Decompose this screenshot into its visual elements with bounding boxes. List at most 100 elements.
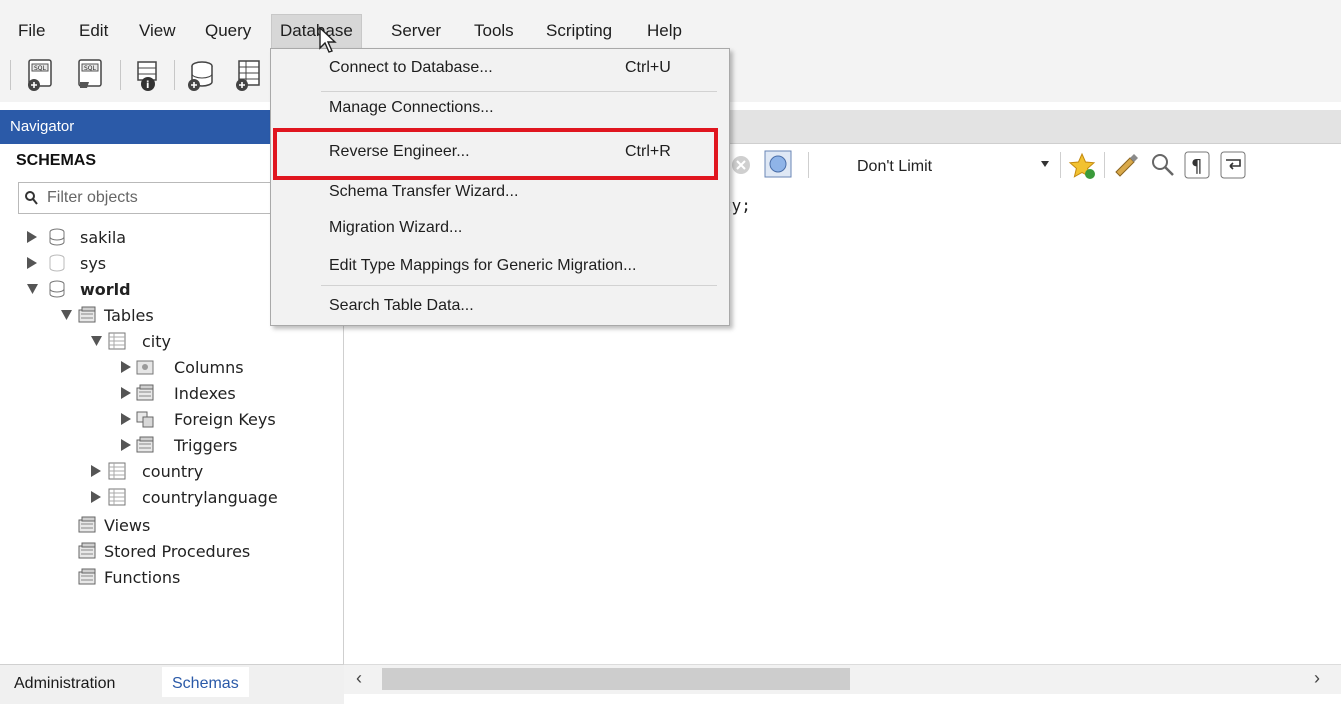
toolbar-separator — [808, 152, 809, 178]
tree-node-country[interactable]: country — [90, 460, 340, 486]
tree-node-triggers[interactable]: Triggers — [120, 434, 340, 460]
tree-node-functions[interactable]: Functions — [78, 566, 328, 592]
menu-query[interactable]: Query — [205, 21, 251, 41]
menu-item-edit-type-mappings[interactable]: Edit Type Mappings for Generic Migration… — [329, 257, 636, 275]
menu-file[interactable]: File — [18, 21, 45, 41]
svg-text:i: i — [146, 80, 149, 91]
folder-icon — [78, 568, 96, 585]
expand-triangle-icon[interactable] — [90, 490, 102, 504]
folder-icon — [78, 516, 96, 533]
expand-triangle-icon[interactable] — [120, 438, 132, 452]
collapse-triangle-icon[interactable] — [26, 282, 38, 296]
toggle-output-icon[interactable] — [764, 150, 792, 178]
expand-triangle-icon[interactable] — [26, 256, 38, 270]
menu-item-manage-connections[interactable]: Manage Connections... — [329, 99, 494, 117]
table-icon — [108, 462, 126, 480]
svg-text:SQL: SQL — [84, 65, 97, 72]
scroll-right-arrow-icon[interactable]: › — [1314, 668, 1320, 689]
collapse-triangle-icon[interactable] — [60, 308, 72, 322]
tab-schemas[interactable]: Schemas — [162, 667, 249, 697]
folder-icon — [136, 384, 154, 401]
tree-node-countrylanguage[interactable]: countrylanguage — [90, 486, 340, 512]
toolbar-separator — [10, 60, 11, 90]
tree-node-sakila[interactable]: sakila — [26, 226, 276, 252]
menu-help[interactable]: Help — [647, 21, 682, 41]
scroll-left-arrow-icon[interactable]: ‹ — [356, 668, 362, 689]
add-snippet-star-icon[interactable] — [1068, 152, 1096, 180]
find-magnifier-icon[interactable] — [1150, 152, 1176, 178]
collapse-triangle-icon[interactable] — [90, 334, 102, 348]
menu-separator — [321, 91, 717, 92]
database-menu-dropdown: Connect to Database... Ctrl+U Manage Con… — [270, 48, 730, 326]
menu-view[interactable]: View — [139, 21, 176, 41]
tab-administration[interactable]: Administration — [14, 675, 115, 693]
toolbar-separator — [120, 60, 121, 90]
scrollbar-thumb[interactable] — [382, 668, 850, 690]
tree-label: world — [80, 280, 131, 299]
menu-scripting[interactable]: Scripting — [546, 21, 612, 41]
tree-label: Indexes — [174, 384, 236, 403]
tree-label: city — [142, 332, 171, 351]
folder-icon — [78, 306, 96, 323]
folder-icon — [136, 436, 154, 453]
mouse-cursor-icon — [319, 26, 337, 53]
menu-item-connect-to-database[interactable]: Connect to Database... — [329, 59, 493, 77]
tree-node-stored-procedures[interactable]: Stored Procedures — [78, 540, 328, 566]
limit-dropdown-arrow-icon[interactable] — [1040, 160, 1050, 168]
expand-triangle-icon[interactable] — [120, 386, 132, 400]
folder-icon — [78, 542, 96, 559]
menu-edit[interactable]: Edit — [79, 21, 108, 41]
tree-label: Functions — [104, 568, 181, 587]
beautify-brush-icon[interactable] — [1112, 152, 1140, 180]
tree-label: Columns — [174, 358, 244, 377]
menu-item-schema-transfer-wizard[interactable]: Schema Transfer Wizard... — [329, 183, 518, 201]
tree-label: Triggers — [174, 436, 238, 455]
database-icon — [49, 254, 65, 272]
tree-node-foreign-keys[interactable]: Foreign Keys — [120, 408, 340, 434]
shortcut-connect: Ctrl+U — [625, 59, 671, 76]
limit-rows-select[interactable]: Don't Limit — [857, 158, 932, 176]
schema-inspector-icon[interactable]: i — [134, 58, 164, 92]
search-icon — [24, 190, 38, 211]
database-icon — [49, 228, 65, 246]
stop-icon[interactable] — [730, 154, 752, 176]
foreign-key-icon — [136, 411, 154, 428]
new-sql-tab-icon[interactable]: SQL — [26, 58, 56, 92]
invisible-chars-icon[interactable]: ¶ — [1184, 151, 1210, 179]
svg-text:SQL: SQL — [34, 65, 47, 72]
tree-label: countrylanguage — [142, 488, 278, 507]
expand-triangle-icon[interactable] — [26, 230, 38, 244]
create-table-icon[interactable] — [234, 58, 264, 92]
word-wrap-icon[interactable] — [1220, 151, 1246, 179]
menu-item-search-table-data[interactable]: Search Table Data... — [329, 297, 474, 315]
tree-label: sys — [80, 254, 107, 273]
menu-item-migration-wizard[interactable]: Migration Wizard... — [329, 219, 462, 237]
schemas-title: SCHEMAS — [16, 152, 97, 169]
tree-node-sys[interactable]: sys — [26, 252, 276, 278]
tree-label: Views — [104, 516, 151, 535]
expand-triangle-icon[interactable] — [120, 412, 132, 426]
menu-server[interactable]: Server — [391, 21, 441, 41]
table-icon — [108, 332, 126, 350]
tree-node-views[interactable]: Views — [78, 514, 328, 540]
tree-node-city[interactable]: city — [90, 330, 340, 356]
tree-label: country — [142, 462, 204, 481]
svg-text:¶: ¶ — [1191, 156, 1202, 177]
open-sql-script-icon[interactable]: SQL — [76, 58, 106, 92]
tree-label: sakila — [80, 228, 127, 247]
toolbar-separator — [174, 60, 175, 90]
menu-tools[interactable]: Tools — [474, 21, 514, 41]
tree-node-columns[interactable]: Columns — [120, 356, 340, 382]
menu-database[interactable]: Database — [271, 14, 362, 52]
database-icon — [49, 280, 65, 298]
navigator-bottom-tabs: Administration Schemas — [0, 664, 344, 704]
menu-separator — [321, 285, 717, 286]
columns-icon — [136, 360, 154, 375]
tree-node-world[interactable]: world — [26, 278, 276, 304]
create-schema-icon[interactable] — [186, 58, 216, 92]
tree-label: Tables — [104, 306, 154, 325]
expand-triangle-icon[interactable] — [90, 464, 102, 478]
expand-triangle-icon[interactable] — [120, 360, 132, 374]
menu-icon-gutter — [271, 49, 315, 325]
tree-node-indexes[interactable]: Indexes — [120, 382, 340, 408]
